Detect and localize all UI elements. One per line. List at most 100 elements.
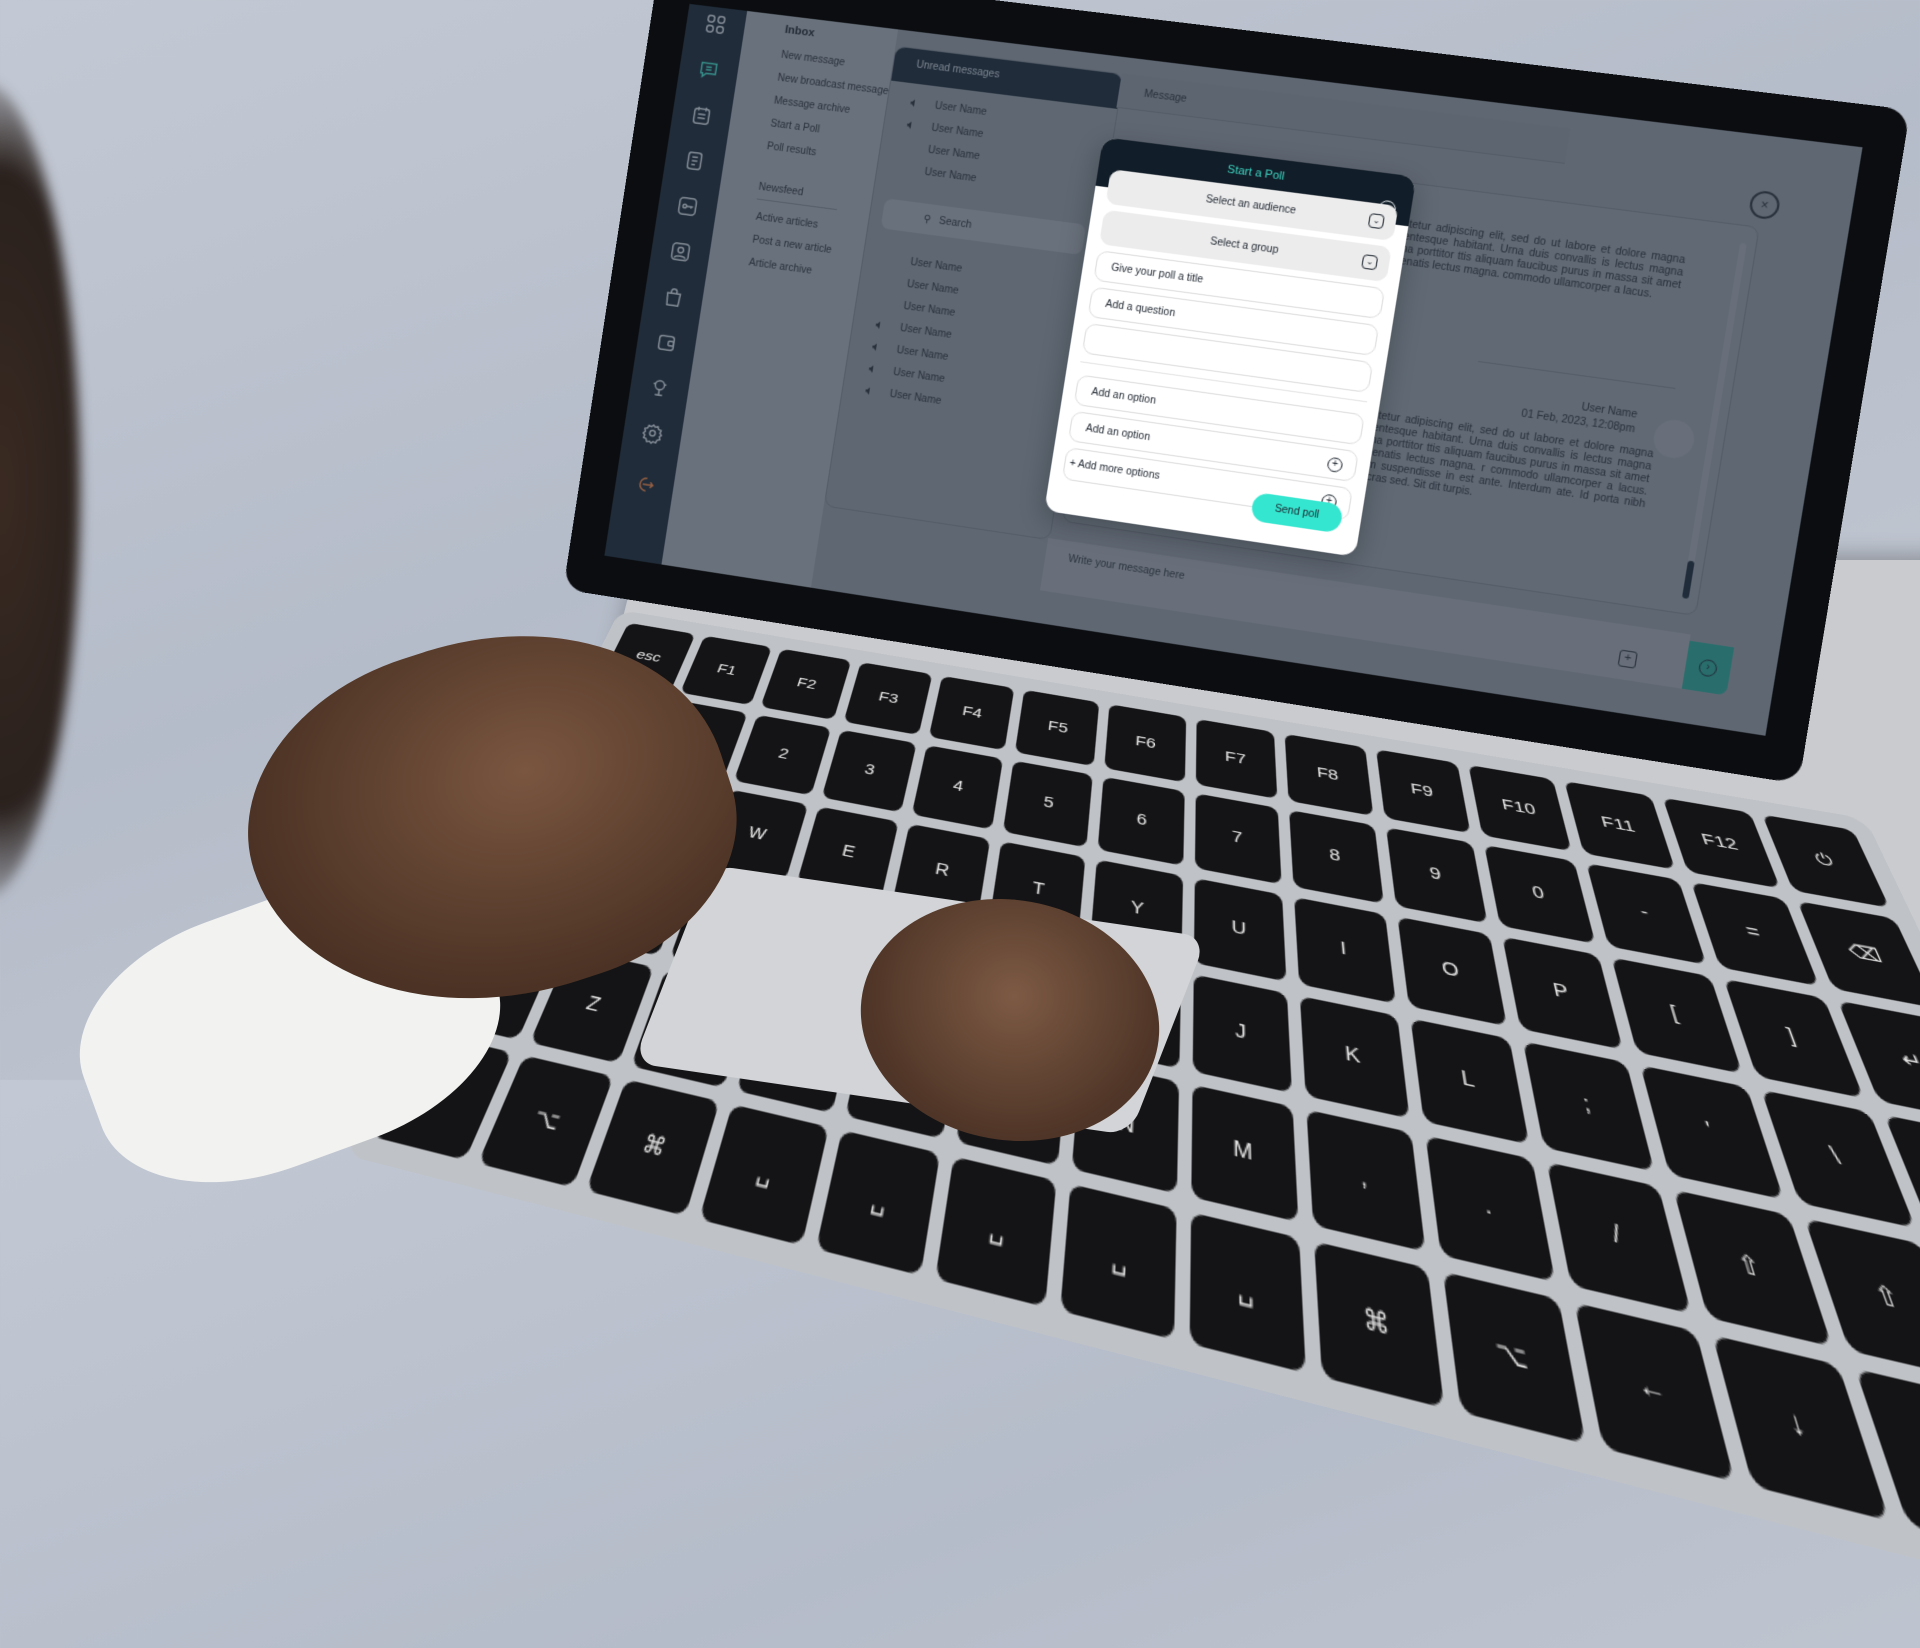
keyboard-key: [ [1611,957,1742,1074]
arrow-right-icon: › [1697,658,1719,678]
keyboard-key: 6 [1097,776,1185,866]
speaker-icon: 🔈︎ [874,316,886,333]
attach-file-icon[interactable]: + [1617,649,1638,669]
document-icon[interactable] [682,149,707,174]
group-label: Select a group [1209,236,1280,257]
keyboard-key: J [1191,974,1293,1094]
close-panel-button[interactable]: × [1747,189,1782,221]
keyboard-key: I [1294,897,1396,1004]
menu-item-post-article[interactable]: Post a new article [752,234,864,260]
add-more-label: + Add more options [1068,457,1161,483]
speaker-icon [882,258,898,260]
menu-item-new-broadcast[interactable]: New broadcast message [777,73,890,98]
user-name: User Name [895,344,950,363]
user-icon[interactable] [668,239,693,264]
bag-icon[interactable] [661,285,686,310]
user-name: User Name [902,300,956,319]
search-placeholder: Search [938,215,973,231]
keyboard-key: M [1190,1084,1299,1223]
chevron-down-icon: ⌄ [1367,212,1385,230]
keyboard-key: ␣ [815,1129,941,1276]
audience-label: Select an audience [1204,193,1297,217]
keyboard-key: F4 [928,675,1015,751]
chat-icon[interactable] [696,58,721,83]
keyboard-key: F3 [843,662,932,735]
message-divider [1478,360,1676,389]
menu-heading-inbox: Inbox [784,23,816,40]
keyboard-key: 0 [1484,845,1596,944]
user-list: User Name User Name User Name 🔈︎ User Name 🔈︎… [842,245,1091,431]
keyboard-key: ⌘ [586,1079,720,1216]
option-placeholder: Add an option [1084,422,1151,444]
keyboard-key: ␣ [698,1104,829,1246]
grid-icon[interactable] [703,12,728,37]
keyboard-key: . [1425,1135,1557,1283]
trophy-icon[interactable] [647,376,672,401]
menu-item-start-poll[interactable]: Start a Poll [770,118,882,143]
keyboard-key: , [1306,1109,1426,1252]
menu-item-poll-results[interactable]: Poll results [766,141,878,166]
keyboard-key: ⌥ [1442,1271,1587,1445]
send-message-button[interactable]: › [1681,640,1735,696]
menu-item-active-articles[interactable]: Active articles [755,212,867,238]
keyboard-key: P [1502,936,1623,1050]
wallet-icon[interactable] [654,330,679,355]
logout-icon[interactable] [632,472,657,497]
user-name: User Name [892,366,946,385]
speaker-icon: 🔈︎ [867,360,879,377]
message-meta: User Name 01 Feb, 2023, 12:08pm [1520,393,1638,438]
keyboard-key: - [1586,863,1707,965]
keyboard-key: F11 [1564,781,1675,870]
plus-circle-icon[interactable]: + [1326,456,1344,474]
user-name: User Name [923,166,978,184]
keyboard-key: F12 [1662,797,1781,889]
avatar [1650,417,1697,461]
person-silhouette [0,80,80,900]
keyboard-key: / [1547,1162,1692,1314]
gear-icon[interactable] [640,421,665,446]
speaker-icon [875,302,891,304]
keyboard-key: F5 [1015,689,1100,767]
keyboard-key: 3 [821,729,917,813]
speaker-icon: 🔈︎ [909,94,920,111]
key-icon[interactable] [675,194,700,219]
keyboard-key: ␣ [935,1156,1057,1308]
keyboard-key: ; [1523,1041,1655,1172]
keyboard-key: = [1690,881,1820,987]
keyboard-key: F7 [1195,718,1278,799]
keyboard-key: ⌫ [1797,901,1920,1009]
speaker-icon [896,168,912,170]
keyboard-key: K [1300,996,1410,1119]
keyboard-key: ␣ [1059,1183,1176,1340]
keyboard-key: 8 [1289,810,1384,904]
keyboard-key: ← [1575,1302,1735,1482]
modal-body: Select an audience ⌄ Select a group ⌄ Gi… [1049,167,1411,523]
search-input[interactable]: ⚲ Search [880,198,1087,256]
user-name: User Name [934,100,988,118]
keyboard-key: 2 [734,714,832,796]
keyboard-key: U [1193,877,1287,982]
keyboard-key: F1 [679,635,773,706]
user-name: User Name [906,278,960,297]
keyboard-key: \ [1760,1089,1917,1229]
user-name: User Name [888,388,943,407]
keyboard-key: L [1410,1018,1530,1145]
speaker-icon: 🔈︎ [906,116,917,133]
modal-title: Start a Poll [1226,163,1286,183]
keyboard-key: ↓ [1712,1335,1889,1521]
keyboard-key: 7 [1194,793,1282,885]
search-icon: ⚲ [922,213,932,226]
keyboard-key: 5 [1003,760,1093,848]
speaker-icon: 🔈︎ [871,338,882,355]
menu-item-new-message[interactable]: New message [780,50,893,75]
keyboard-key: 4 [911,745,1004,830]
scrollbar-thumb[interactable] [1681,560,1695,599]
user-name: User Name [909,256,963,275]
keyboard-key: ] [1723,978,1865,1099]
user-name: User Name [927,144,981,162]
calendar-icon[interactable] [689,103,714,128]
menu-item-article-archive[interactable]: Article archive [748,257,860,283]
keyboard-key: ␣ [1188,1212,1307,1374]
scrollbar-track[interactable] [1681,242,1747,599]
menu-item-message-archive[interactable]: Message archive [773,95,885,120]
